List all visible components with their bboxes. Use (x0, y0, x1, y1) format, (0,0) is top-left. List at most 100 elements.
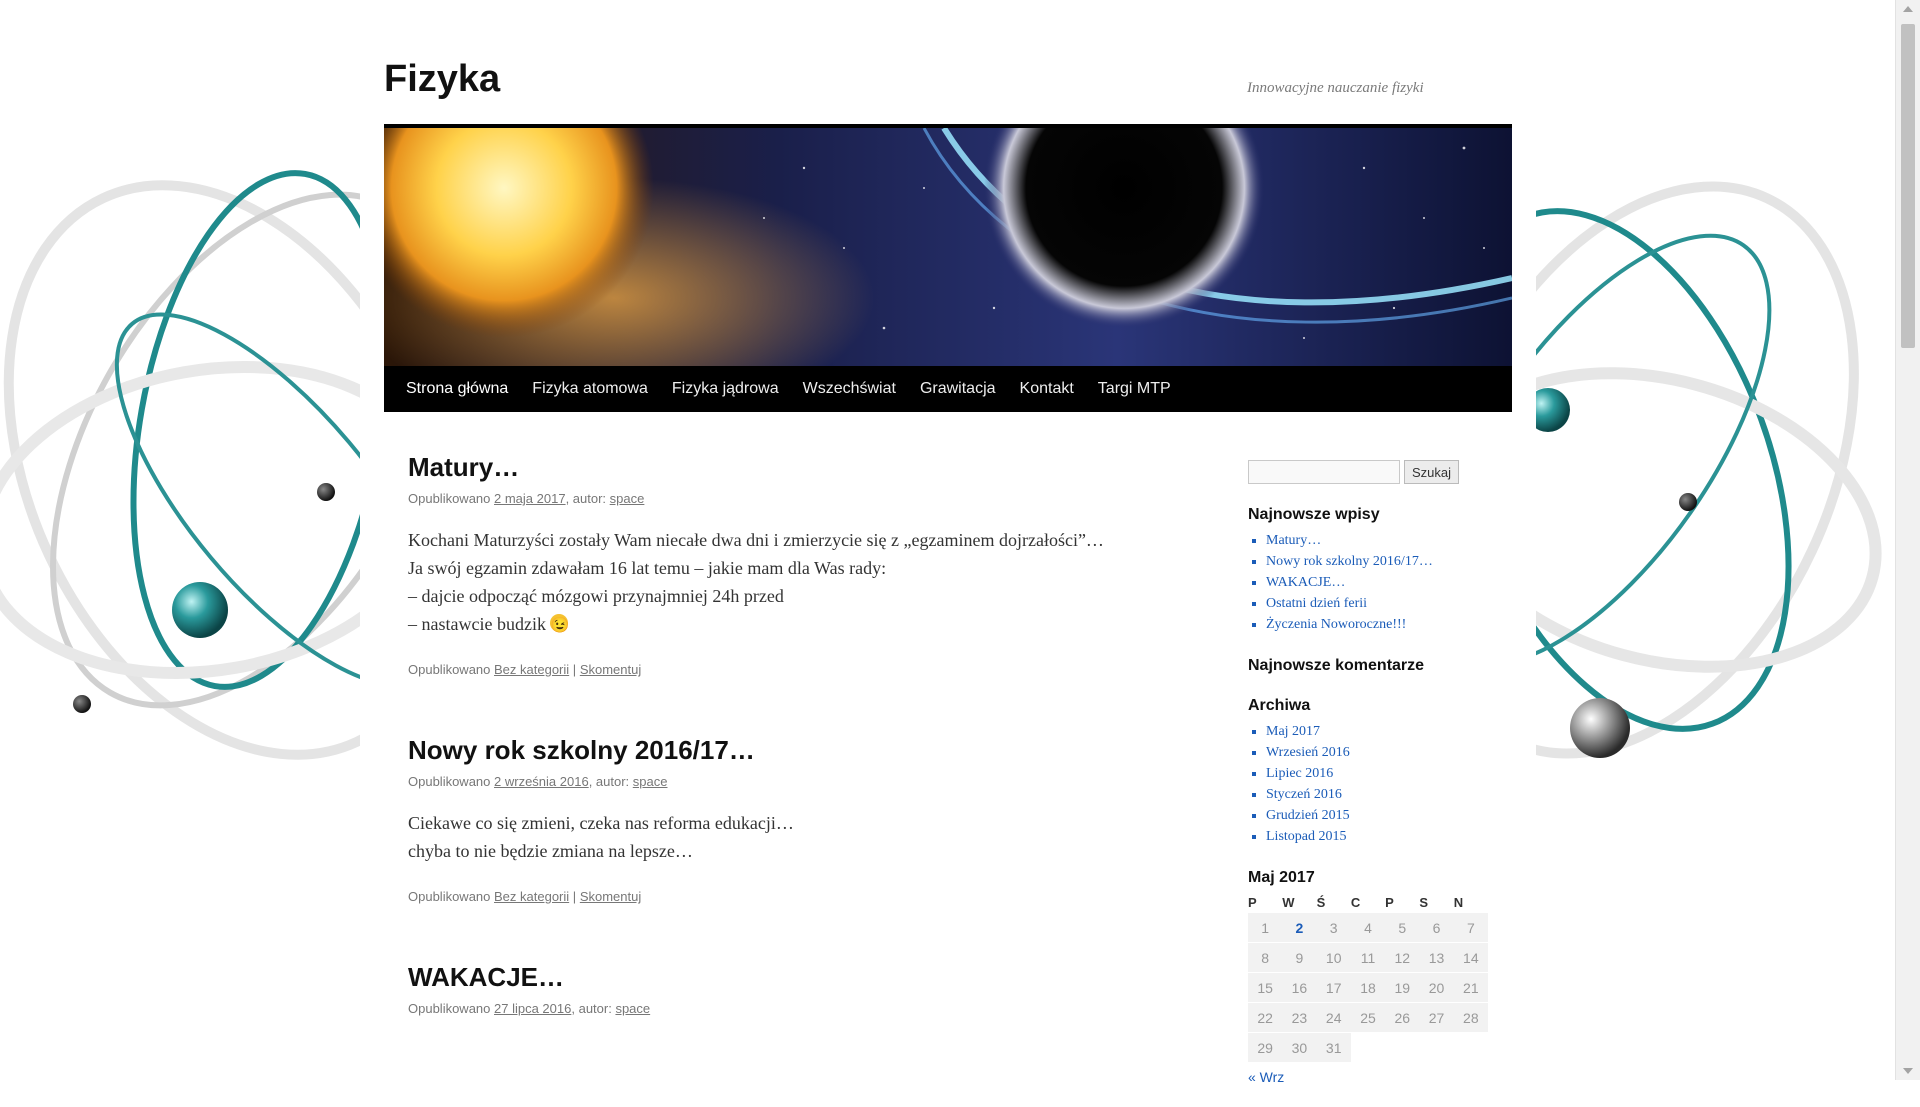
recent-posts-widget: Najnowsze wpisy Matury… Nowy rok szkolny… (1248, 506, 1488, 635)
nav-item-kontakt[interactable]: Kontakt (1008, 366, 1086, 412)
author-prefix: , autor: (588, 774, 630, 789)
calendar-empty-cell (1453, 1033, 1488, 1063)
archive-link[interactable]: Styczeń 2016 (1266, 787, 1342, 802)
calendar-day: 19 (1385, 973, 1420, 1003)
list-item: Styczeń 2016 (1266, 784, 1488, 805)
nav-item-targi-mtp[interactable]: Targi MTP (1086, 366, 1183, 412)
nav-item-strona-glowna[interactable]: Strona główna (394, 366, 520, 412)
nav-item-grawitacja[interactable]: Grawitacja (908, 366, 1008, 412)
scrollbar-thumb[interactable] (1901, 24, 1915, 348)
calendar-day: 13 (1419, 943, 1454, 973)
post-title[interactable]: Nowy rok szkolny 2016/17… (408, 735, 1108, 766)
widget-title: Najnowsze komentarze (1248, 657, 1425, 674)
calendar-day: 29 (1248, 1033, 1283, 1063)
recent-posts-list: Matury… Nowy rok szkolny 2016/17… WAKACJ… (1248, 530, 1488, 635)
calendar-day: 8 (1248, 943, 1283, 973)
post-author-link[interactable]: space (610, 491, 645, 506)
calendar-prev-month-link[interactable]: « Wrz (1248, 1069, 1488, 1085)
list-item: Ostatni dzień ferii (1266, 593, 1488, 614)
calendar-day: 23 (1282, 1003, 1317, 1033)
calendar-days: 1 2 3 4 5 6 7 8 9 10 11 12 13 14 15 16 17 18 19 20 21 22 23 24 2… (1248, 913, 1488, 1063)
post-entry: Matury… Opublikowano 2 maja 2017, autor:… (408, 452, 1108, 677)
archive-link[interactable]: Grudzień 2015 (1266, 808, 1350, 823)
post-title[interactable]: WAKACJE… (408, 962, 1108, 993)
category-link[interactable]: Bez kategorii (494, 889, 569, 904)
calendar-day: 3 (1316, 913, 1351, 943)
calendar-day: 9 (1282, 943, 1317, 973)
recent-post-link[interactable]: Nowy rok szkolny 2016/17… (1266, 554, 1433, 569)
recent-post-link[interactable]: Ostatni dzień ferii (1266, 596, 1367, 611)
calendar-day: 14 (1453, 943, 1488, 973)
recent-comments-widget: Najnowsze komentarze (1248, 657, 1488, 675)
foot-prefix: Opublikowano (408, 662, 491, 677)
calendar-weekday-row: P W Ś C P S N (1248, 891, 1488, 913)
post-paragraph: Kochani Maturzyści zostały Wam niecałe d… (408, 530, 1104, 550)
post-date-link[interactable]: 27 lipca 2016 (494, 1001, 571, 1016)
calendar-table: P W Ś C P S N 1 2 3 4 5 6 7 8 9 10 11 12 13 14 15 16 17 1… (1248, 891, 1488, 1063)
site-description: Innowacyjne nauczanie fizyki (1247, 80, 1424, 96)
archives-list: Maj 2017 Wrzesień 2016 Lipiec 2016 Stycz… (1248, 721, 1488, 847)
calendar-day: 17 (1316, 973, 1351, 1003)
archive-link[interactable]: Maj 2017 (1266, 724, 1320, 739)
search-input[interactable] (1248, 460, 1400, 484)
site-title[interactable]: Fizyka (384, 58, 500, 101)
category-link[interactable]: Bez kategorii (494, 662, 569, 677)
scroll-down-arrow-icon[interactable] (1903, 1068, 1913, 1074)
post-meta: Opublikowano 2 września 2016, autor: spa… (408, 774, 1108, 789)
post-body: Kochani Maturzyści zostały Wam niecałe d… (408, 526, 1108, 640)
calendar-day: 1 (1248, 913, 1283, 943)
post-paragraph: – dajcie odpocząć mózgowi przynajmniej 2… (408, 586, 784, 606)
weekday-label: P (1385, 894, 1394, 910)
header-banner-image[interactable] (384, 124, 1512, 370)
meta-prefix: Opublikowano (408, 1001, 491, 1016)
author-prefix: , autor: (565, 491, 607, 506)
calendar-day: 15 (1248, 973, 1283, 1003)
calendar-empty-cell (1385, 1033, 1420, 1063)
nav-item-fizyka-jadrowa[interactable]: Fizyka jądrowa (660, 366, 791, 412)
post-date-link[interactable]: 2 września 2016 (494, 774, 589, 789)
post-paragraph: Ja swój egzamin zdawałam 16 lat temu – j… (408, 558, 887, 578)
calendar-day: 30 (1282, 1033, 1317, 1063)
search-form: Szukaj (1248, 460, 1488, 484)
calendar-week-row: 22 23 24 25 26 27 28 (1248, 1003, 1488, 1033)
nav-item-wszechswiat[interactable]: Wszechświat (791, 366, 908, 412)
calendar-day: 22 (1248, 1003, 1283, 1033)
recent-post-link[interactable]: WAKACJE… (1266, 575, 1345, 590)
post-author-link[interactable]: space (615, 1001, 650, 1016)
calendar-week-row: 1234567 (1248, 913, 1488, 943)
post-title[interactable]: Matury… (408, 452, 1108, 483)
calendar-day: 4 (1350, 913, 1386, 943)
post-meta: Opublikowano 27 lipca 2016, autor: space (408, 1001, 1108, 1016)
vertical-scrollbar[interactable] (1895, 0, 1920, 1080)
search-button[interactable]: Szukaj (1404, 460, 1460, 484)
calendar-empty-cell (1419, 1033, 1454, 1063)
archives-widget: Archiwa Maj 2017 Wrzesień 2016 Lipiec 20… (1248, 697, 1488, 847)
recent-post-link[interactable]: Życzenia Noworoczne!!! (1266, 617, 1406, 632)
recent-post-link[interactable]: Matury… (1266, 533, 1321, 548)
foot-separator: | (572, 662, 577, 677)
calendar-day: 16 (1282, 973, 1317, 1003)
post-meta: Opublikowano 2 maja 2017, autor: space (408, 491, 1108, 506)
space-banner-illustration (384, 128, 1512, 370)
weekday-label: W (1282, 894, 1295, 910)
list-item: Matury… (1266, 530, 1488, 551)
post-author-link[interactable]: space (633, 774, 668, 789)
calendar-day-link[interactable]: 2 (1282, 913, 1317, 943)
calendar-day: 11 (1350, 943, 1386, 973)
comment-link[interactable]: Skomentuj (580, 662, 641, 677)
post-entry: Nowy rok szkolny 2016/17… Opublikowano 2… (408, 735, 1108, 904)
nav-item-fizyka-atomowa[interactable]: Fizyka atomowa (520, 366, 660, 412)
wink-emoji-icon (550, 612, 569, 640)
archive-link[interactable]: Wrzesień 2016 (1266, 745, 1350, 760)
calendar-empty-cell (1350, 1033, 1386, 1063)
post-paragraph: Ciekawe co się zmieni, czeka nas reforma… (408, 813, 794, 833)
post-footer: Opublikowano Bez kategorii | Skomentuj (408, 662, 1108, 677)
archive-link[interactable]: Listopad 2015 (1266, 829, 1347, 844)
post-entry: WAKACJE… Opublikowano 27 lipca 2016, aut… (408, 962, 1108, 1016)
archive-link[interactable]: Lipiec 2016 (1266, 766, 1333, 781)
scroll-up-arrow-icon[interactable] (1903, 6, 1913, 12)
comment-link[interactable]: Skomentuj (580, 889, 641, 904)
post-date-link[interactable]: 2 maja 2017 (494, 491, 566, 506)
post-body: Ciekawe co się zmieni, czeka nas reforma… (408, 809, 1108, 865)
post-paragraph-text: – nastawcie budzik (408, 614, 546, 634)
